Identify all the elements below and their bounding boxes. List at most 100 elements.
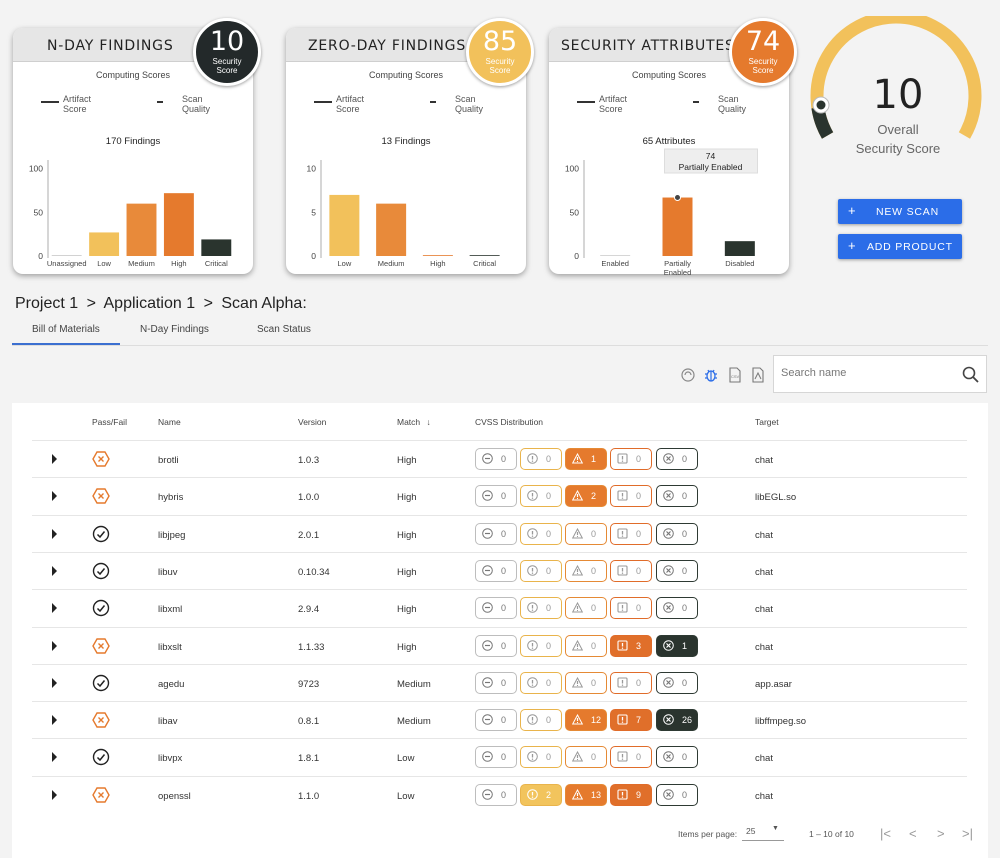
cvss-medium-count: 2 [591,491,597,502]
refresh-icon[interactable] [680,367,696,383]
table-row[interactable]: hybris 1.0.0 High 0 0 2 0 0 libEGL.so [32,477,967,514]
cvss-negligible-badge: 0 [475,485,517,508]
search-input[interactable] [781,367,951,379]
component-version: 9723 [298,678,320,690]
first-page-icon[interactable]: |< [880,826,891,841]
security-attributes-card: SECURITY ATTRIBUTES 74 Security Score Co… [549,18,797,277]
csv-export-icon[interactable]: CSV [727,367,743,383]
cvss-critical-count: 0 [682,491,688,502]
legend-dash-line [430,101,436,103]
expand-row-icon[interactable] [52,528,57,539]
table-row[interactable]: agedu 9723 Medium 0 0 0 0 0 app.asar [32,663,967,701]
table-row[interactable]: libvpx 1.8.1 Low 0 0 0 0 0 chat [32,738,967,775]
cvss-critical-badge: 0 [656,485,698,508]
cvss-high-count: 0 [636,454,642,464]
bar-high [422,255,453,256]
fail-icon [92,637,110,654]
cvss-negligible-count: 0 [501,752,507,763]
component-target: chat [755,790,773,802]
cvss-critical-badge: 0 [656,783,698,806]
table-row[interactable]: libuv 0.10.34 High 0 0 0 0 0 chat [32,551,967,589]
cvss-medium-count: 13 [591,789,602,800]
cvss-high-icon [617,677,628,688]
cvss-high-icon [617,789,628,800]
previous-page-icon[interactable]: < [909,826,917,841]
cvss-negligible-icon [482,453,493,464]
items-per-page-select[interactable]: 25 ▼ [742,823,784,841]
cvss-negligible-badge: 0 [475,634,517,657]
y-tick-label: 100 [29,164,43,174]
expand-row-icon[interactable] [52,565,57,576]
cvss-medium-count: 0 [591,752,597,763]
expand-row-icon[interactable] [52,640,57,651]
header-name[interactable]: Name [158,417,181,427]
cvss-negligible-icon [482,565,493,576]
tab-nday-findings[interactable]: N-Day Findings [140,324,209,335]
bar-unassigned [51,255,82,256]
table-row[interactable]: libjpeg 2.0.1 High 0 0 0 0 0 chat [32,514,967,552]
cvss-critical-icon [663,639,674,651]
x-tick-label: Low [97,259,111,268]
table-row[interactable]: libav 0.8.1 Medium 0 0 12 7 26 libffmpeg.so [32,701,967,738]
cvss-critical-count: 0 [682,677,688,688]
bar-critical [201,239,232,256]
cvss-medium-badge: 0 [565,559,607,582]
cvss-low-badge: 0 [520,746,562,769]
expand-row-icon[interactable] [52,715,57,726]
cvss-medium-icon [572,788,583,800]
new-scan-button[interactable]: + NEW SCAN [838,199,962,224]
table-row[interactable]: openssl 1.1.0 Low 0 2 13 9 0 chat [32,775,967,813]
cvss-low-count: 0 [546,640,552,651]
table-row[interactable]: libxml 2.9.4 High 0 0 0 0 0 chat [32,589,967,626]
last-page-icon[interactable]: >| [962,826,973,841]
cvss-high-badge: 0 [610,522,652,545]
next-page-icon[interactable]: > [937,826,945,841]
expand-row-icon[interactable] [52,752,57,763]
cvss-critical-count: 0 [682,528,688,539]
fail-icon [92,451,110,467]
cvss-negligible-count: 0 [501,715,507,726]
computing-scores-label: Computing Scores [368,70,444,80]
cvss-high-count: 3 [636,640,642,651]
cvss-high-badge: 0 [610,559,652,582]
computing-scores-label: Computing Scores [631,70,707,80]
cvss-critical-icon [663,676,674,688]
cvss-critical-badge: 0 [656,559,698,582]
legend-artifact-score: Artifact Score [336,94,365,114]
tooltip-label: Partially Enabled [679,162,743,172]
cvss-critical-icon [663,751,674,763]
x-tick-label: Enabled [664,268,692,277]
expand-row-icon[interactable] [52,491,57,502]
expand-row-icon[interactable] [52,454,57,464]
expand-row-icon[interactable] [52,677,57,688]
search-icon[interactable] [962,366,980,384]
cvss-low-count: 0 [546,491,552,502]
header-version[interactable]: Version [298,417,326,427]
expand-row-icon[interactable] [52,603,57,614]
pass-icon [92,599,110,617]
table-row[interactable]: libxslt 1.1.33 High 0 0 0 3 1 chat [32,626,967,664]
tab-scan-status[interactable]: Scan Status [257,324,311,335]
breadcrumb-application[interactable]: Application 1 [104,295,196,312]
cvss-medium-count: 0 [591,677,597,688]
expand-row-icon[interactable] [52,789,57,800]
cvss-critical-icon [663,490,674,502]
cvss-low-icon [527,751,538,763]
cvss-low-badge: 0 [520,485,562,508]
header-match[interactable]: Match ↓ [397,417,431,427]
add-product-button[interactable]: + ADD PRODUCT [838,234,962,259]
component-name: brotli [158,455,179,466]
cvss-negligible-badge: 0 [475,709,517,732]
cvss-negligible-icon [482,676,493,688]
breadcrumb-project[interactable]: Project 1 [15,295,78,312]
x-tick-label: Critical [205,259,228,268]
bug-icon[interactable] [703,367,719,383]
legend-artifact-score: Artifact Score [63,94,92,114]
pdf-export-icon[interactable] [750,367,766,383]
x-tick-label: High [171,259,186,268]
cvss-critical-badge: 0 [656,522,698,545]
table-row[interactable]: brotli 1.0.3 High 0 0 1 0 0 chat [32,440,967,477]
component-target: chat [755,641,773,653]
cvss-negligible-badge: 0 [475,783,517,806]
tab-bill-of-materials[interactable]: Bill of Materials [32,324,100,335]
